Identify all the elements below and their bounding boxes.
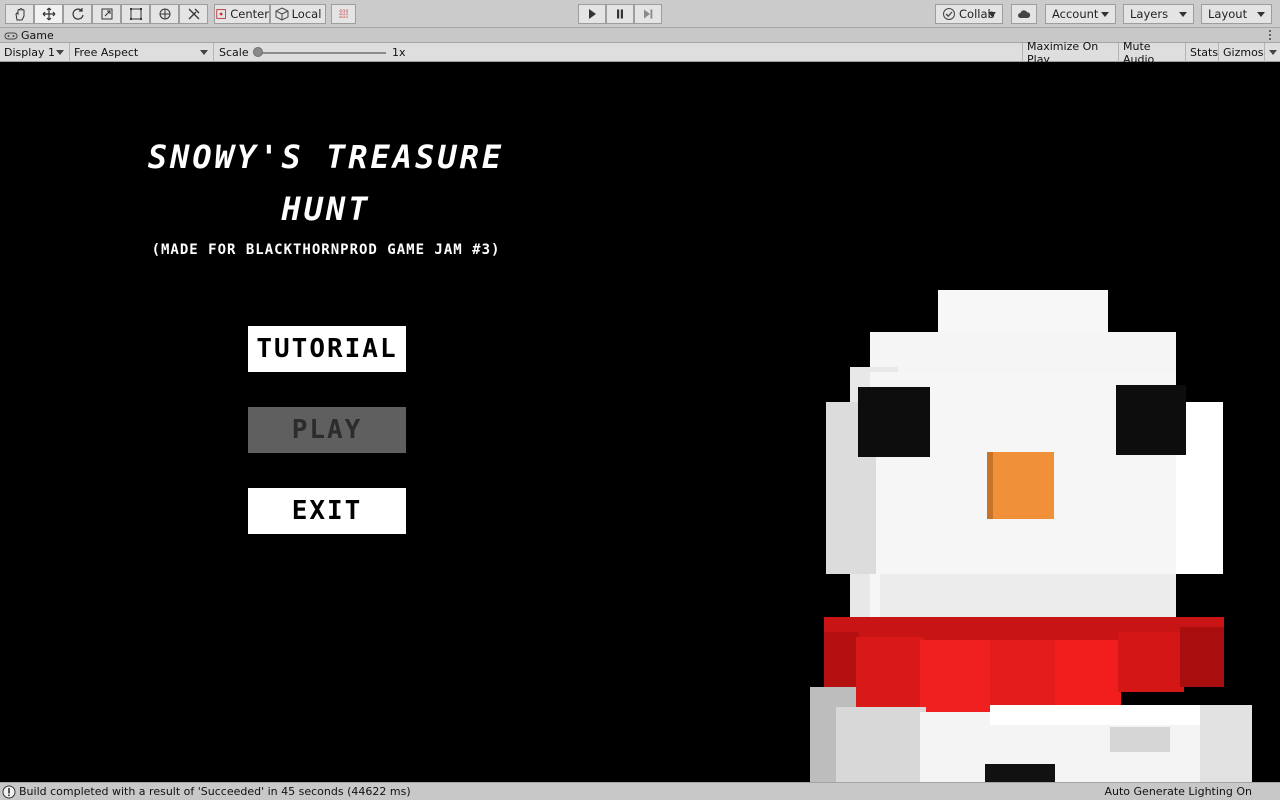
chevron-down-icon [1269,50,1277,55]
info-icon [2,785,16,798]
scale-slider-thumb[interactable] [253,47,263,57]
rotate-icon [71,8,84,20]
rect-tool-button[interactable] [121,4,150,24]
tab-label: Game [21,29,54,42]
scale-slider-track[interactable] [258,52,386,54]
scarf-block [990,640,1058,708]
nose-shadow [987,452,993,519]
button-coal [985,764,1055,782]
move-tool-button[interactable] [34,4,63,24]
game-title-line-1: SNOWY'S TREASURE [147,138,505,176]
game-subtitle: (MADE FOR BLACKTHORNPROD GAME JAM #3) [151,242,501,258]
move-icon [42,7,55,21]
auto-lighting-status[interactable]: Auto Generate Lighting On [1105,785,1253,798]
step-icon [644,9,653,19]
transform-icon [159,8,170,20]
layers-dropdown[interactable]: Layers [1123,4,1194,24]
snow-block [836,707,926,782]
chevron-down-icon [200,50,208,55]
snap-toggle-button[interactable] [331,4,356,24]
game-title-line-2: HUNT [281,190,371,228]
cube-icon [275,7,289,21]
snow-block [870,332,1176,372]
cloud-icon [1018,10,1031,18]
tab-game[interactable]: Game [4,28,54,43]
hand-tool-button[interactable] [5,4,34,24]
snow-block [1200,705,1252,782]
chevron-down-icon [1179,12,1187,17]
account-dropdown[interactable]: Account [1045,4,1116,24]
chevron-down-icon [1257,12,1265,17]
scarf-block [920,640,994,712]
exit-button[interactable]: EXIT [248,488,406,534]
scarf-block [1118,632,1184,692]
rect-icon [129,8,142,20]
snowman-character [810,290,1252,782]
chevron-down-icon [56,50,64,55]
scale-value-text: 1x [392,46,406,59]
pause-button[interactable] [606,4,634,24]
pivot-label: Center [230,7,269,21]
step-button[interactable] [634,4,662,24]
game-viewport[interactable]: SNOWY'S TREASURE HUNT (MADE FOR BLACKTHO… [0,62,1280,782]
aspect-dropdown[interactable]: Free Aspect [70,43,214,62]
collab-dropdown[interactable]: Collab [935,4,1003,24]
hand-icon [14,7,24,21]
right-eye [1116,385,1186,455]
mute-audio-toggle[interactable]: Mute Audio [1119,40,1186,66]
maximize-on-play-toggle[interactable]: Maximize On Play [1022,40,1119,66]
status-message[interactable]: Build completed with a result of 'Succee… [19,785,411,798]
display-dropdown[interactable]: Display 1 [0,43,70,62]
game-view-controls: Display 1 Free Aspect Scale 1x Maximize … [0,40,1280,66]
scale-label-text: Scale [219,46,249,59]
pause-icon [617,9,623,19]
layout-label: Layout [1208,7,1248,21]
pivot-icon [216,9,226,19]
scale-value: 1x [388,43,428,62]
account-label: Account [1052,7,1099,21]
gizmos-dropdown[interactable]: Gizmos [1219,43,1265,62]
layout-dropdown[interactable]: Layout [1201,4,1272,24]
tutorial-button[interactable]: TUTORIAL [248,326,406,372]
pivot-center-button[interactable]: Center [214,4,270,24]
pivot-local-button[interactable]: Local [270,4,326,24]
transform-tool-button[interactable] [150,4,179,24]
rotate-tool-button[interactable] [63,4,92,24]
gizmos-menu[interactable] [1265,43,1280,62]
stats-toggle[interactable]: Stats [1186,43,1219,62]
chevron-down-icon [988,12,996,17]
layers-label: Layers [1130,7,1169,21]
scale-icon [101,8,112,20]
gamepad-icon [4,32,18,39]
snow-block [938,290,1108,335]
space-label: Local [291,7,322,21]
scale-tool-button[interactable] [92,4,121,24]
play-button[interactable] [578,4,606,24]
snow-block [990,705,1220,725]
display-label: Display 1 [4,46,56,59]
more-vertical-icon[interactable] [1268,29,1272,41]
stats-label: Stats [1190,46,1219,59]
status-bar: Build completed with a result of 'Succee… [0,782,1280,800]
gizmos-label: Gizmos [1223,46,1264,59]
scarf-block [856,637,924,717]
play-game-button[interactable]: PLAY [248,407,406,453]
snow-block [1110,727,1170,752]
scarf-block [1180,627,1224,687]
scarf-block [1055,640,1121,705]
play-icon [589,9,596,19]
custom-tools-icon [188,8,199,20]
cloud-button[interactable] [1011,4,1037,24]
carrot-nose [987,452,1054,519]
grid-snap-icon [338,9,349,19]
main-toolbar: Center Local Collab Account Layers Layou… [0,0,1280,28]
left-eye [858,387,930,457]
chevron-down-icon [1101,12,1109,17]
custom-tools-button[interactable] [179,4,208,24]
checkmark-circle-icon [943,8,955,20]
aspect-label: Free Aspect [74,46,139,59]
snow-block [880,574,1176,624]
